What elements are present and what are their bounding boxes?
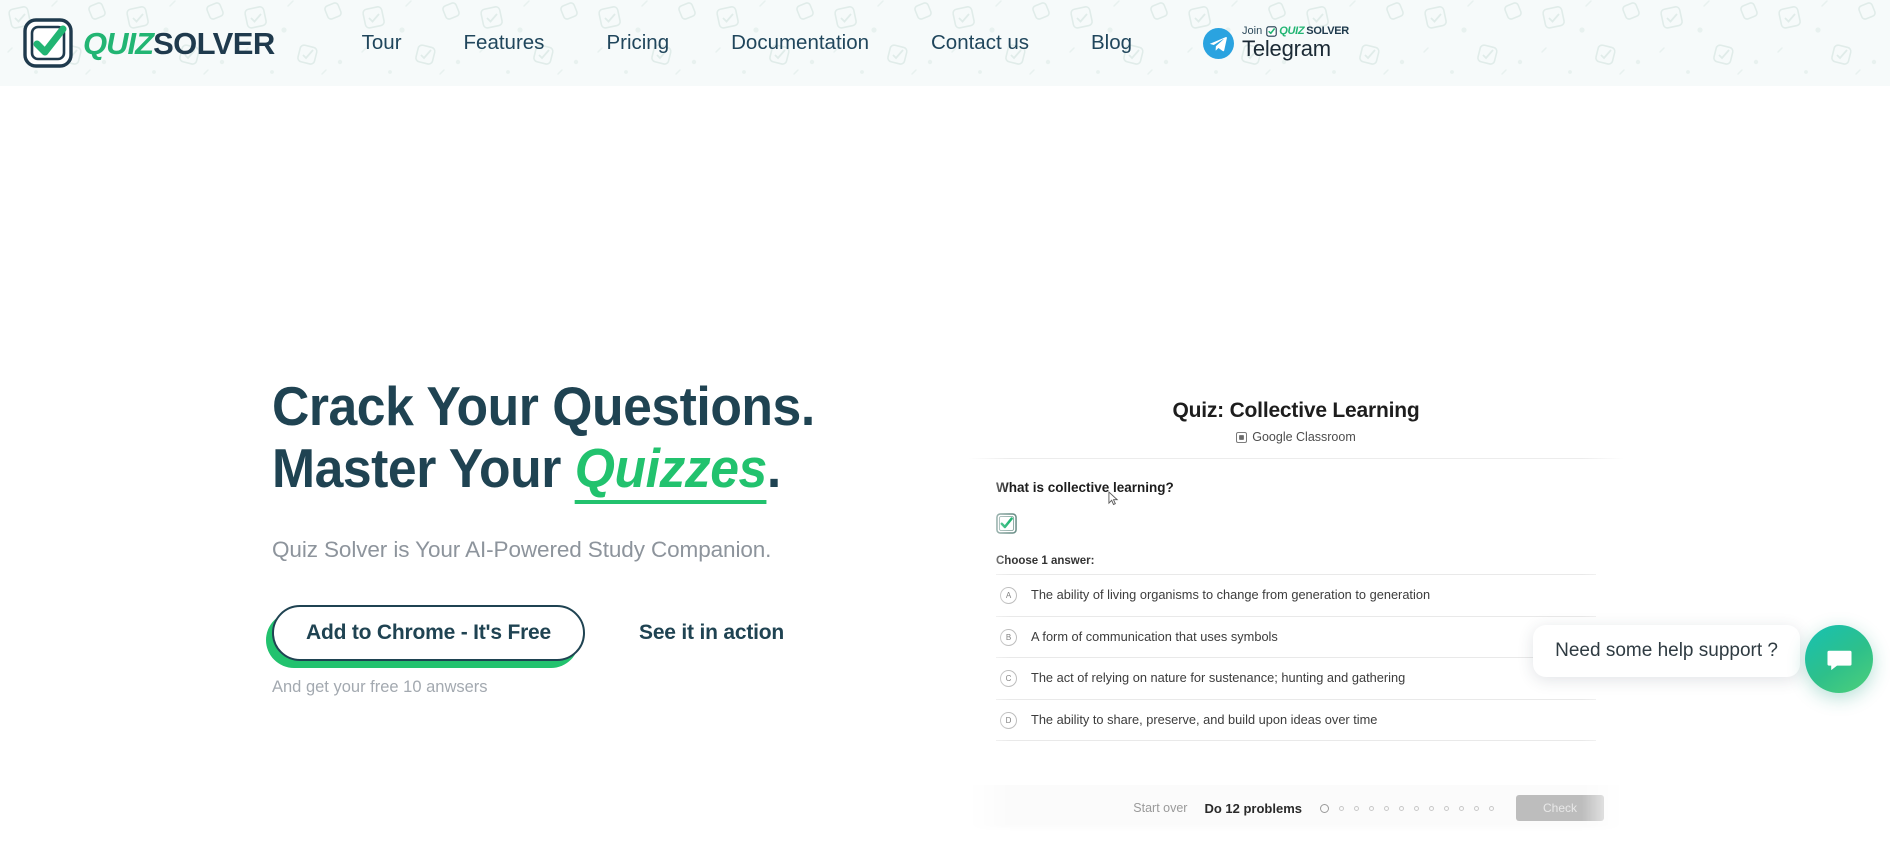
see-it-in-action-link[interactable]: See it in action — [639, 621, 784, 645]
progress-dot[interactable] — [1354, 805, 1359, 811]
problems-count-label: Do 12 problems — [1204, 800, 1302, 816]
quiz-choose-label: Choose 1 answer: — [996, 555, 1095, 567]
quiz-question: What is collective learning? — [996, 480, 1174, 495]
progress-dot[interactable] — [1369, 805, 1374, 811]
nav-item-contact-us[interactable]: Contact us — [900, 23, 1060, 63]
headline-line-2: Master Your Quizzes. — [272, 437, 874, 505]
option-text-a: The ability of living organisms to chang… — [1031, 587, 1431, 602]
option-text-d: The ability to share, preserve, and buil… — [1031, 711, 1378, 727]
quiz-option-c[interactable]: C The act of relying on nature for suste… — [996, 658, 1596, 700]
telegram-join-badge[interactable]: Join QUIZ SOLVER Telegram — [1203, 26, 1349, 60]
support-chat-message[interactable]: Need some help support ? — [1533, 625, 1800, 677]
quiz-title: Quiz: Collective Learning — [1172, 399, 1420, 422]
telegram-icon — [1203, 27, 1235, 59]
option-letter-d: D — [1000, 711, 1017, 729]
hero-copy-column: Crack Your Questions. Master Your Quizze… — [266, 375, 912, 697]
hero-headline: Crack Your Questions. Master Your Quizze… — [272, 375, 874, 505]
google-classroom-icon — [1236, 431, 1248, 443]
support-chat-button[interactable] — [1805, 625, 1873, 693]
progress-dot[interactable] — [1429, 805, 1434, 811]
hero-cta-row: Add to Chrome - It's Free See it in acti… — [266, 605, 912, 669]
quiz-option-d[interactable]: D The ability to share, preserve, and bu… — [996, 700, 1596, 742]
progress-dot[interactable] — [1339, 805, 1344, 811]
headline-period: . — [766, 437, 781, 500]
progress-dot[interactable] — [1384, 805, 1389, 811]
quizsolver-logo-icon — [23, 18, 73, 68]
site-logo[interactable]: QUIZ SOLVER — [22, 17, 275, 69]
option-text-b: A form of communication that uses symbol… — [1031, 628, 1278, 644]
quiz-option-a[interactable]: A The ability of living organisms to cha… — [996, 575, 1596, 617]
progress-dot[interactable] — [1444, 805, 1449, 811]
chat-bubble-icon — [1826, 650, 1852, 670]
site-header: QUIZ SOLVER Tour Features Pricing Documen… — [0, 0, 1890, 86]
quiz-card: Quiz: Collective Learning Google Classro… — [968, 381, 1624, 785]
quiz-source-label: Google Classroom — [1252, 430, 1356, 444]
cta-free-answers-note: And get your free 10 anwsers — [272, 678, 488, 697]
option-letter-b: B — [1000, 628, 1017, 646]
headline-line-1: Crack Your Questions. — [272, 375, 815, 437]
option-text-c: The act of relying on nature for sustena… — [1031, 670, 1406, 686]
quiz-preview-screenshot: Quiz: Collective Learning Google Classro… — [968, 381, 1624, 831]
progress-dot[interactable] — [1399, 805, 1404, 811]
progress-dot[interactable] — [1320, 803, 1329, 813]
mouse-cursor-icon — [1108, 491, 1119, 506]
nav-item-tour[interactable]: Tour — [331, 23, 433, 63]
logo-solver-text: SOLVER — [153, 25, 275, 61]
headline-highlight-quizzes: Quizzes — [574, 437, 767, 505]
progress-dot[interactable] — [1459, 805, 1464, 811]
quizsolver-checkbox-icon[interactable] — [996, 513, 1017, 534]
quiz-card-footer: Start over Do 12 problems Check — [968, 785, 1624, 831]
logo-quiz-text: QUIZ — [83, 25, 154, 61]
check-answer-button[interactable]: Check — [1516, 795, 1604, 821]
add-to-chrome-button[interactable]: Add to Chrome - It's Free — [272, 605, 586, 662]
quiz-options-list: A The ability of living organisms to cha… — [996, 574, 1596, 742]
telegram-label: Telegram — [1242, 36, 1331, 61]
hero-subheadline: Quiz Solver is Your AI-Powered Study Com… — [272, 537, 772, 563]
progress-dot[interactable] — [1489, 805, 1494, 811]
progress-dot[interactable] — [1474, 805, 1479, 811]
nav-item-documentation[interactable]: Documentation — [700, 23, 900, 63]
option-letter-a: A — [1000, 587, 1017, 604]
quiz-card-body: What is collective learning? Choose 1 an… — [968, 459, 1624, 742]
progress-dot[interactable] — [1414, 805, 1419, 811]
start-over-link[interactable]: Start over — [1133, 801, 1187, 815]
primary-navigation: Tour Features Pricing Documentation Cont… — [331, 23, 1163, 63]
nav-item-features[interactable]: Features — [433, 23, 576, 63]
telegram-badge-text: Join QUIZ SOLVER Telegram — [1242, 26, 1349, 60]
quiz-progress-dots — [1320, 803, 1494, 813]
nav-item-blog[interactable]: Blog — [1060, 23, 1163, 63]
headline-line-2-prefix: Master Your — [272, 437, 575, 500]
quiz-option-b[interactable]: B A form of communication that uses symb… — [996, 617, 1596, 659]
primary-cta-wrapper: Add to Chrome - It's Free — [266, 605, 586, 669]
hero-section: Crack Your Questions. Master Your Quizze… — [0, 86, 1890, 858]
quiz-source: Google Classroom — [968, 430, 1624, 444]
option-letter-c: C — [1000, 670, 1017, 688]
quiz-card-header: Quiz: Collective Learning Google Classro… — [968, 381, 1624, 459]
nav-item-pricing[interactable]: Pricing — [575, 23, 700, 63]
logo-wordmark: QUIZ SOLVER — [83, 28, 275, 59]
landing-page: QUIZ SOLVER Tour Features Pricing Documen… — [0, 0, 1890, 858]
